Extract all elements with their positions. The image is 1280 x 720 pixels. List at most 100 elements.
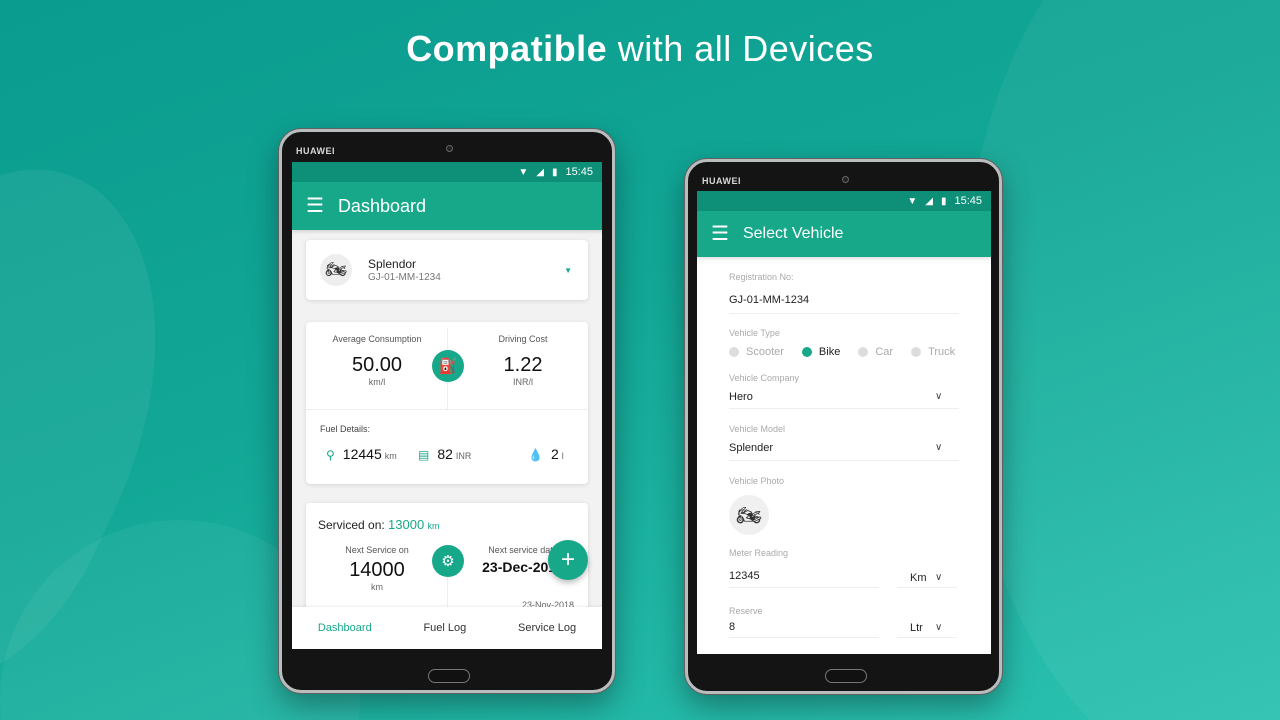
select-vehicle-screen: ▼ ◢ ▮ 15:45 ☰ Select Vehicle Registratio…	[697, 191, 991, 654]
serviced-label: Serviced on:	[318, 518, 385, 532]
dropdown-caret-icon[interactable]: ▼	[564, 266, 572, 275]
wifi-icon: ▼	[907, 195, 918, 207]
radio-truck[interactable]: Truck	[911, 346, 955, 358]
page-title: Select Vehicle	[742, 225, 844, 242]
company-select[interactable]: Hero	[729, 391, 753, 403]
radio-car[interactable]: Car	[858, 346, 893, 358]
fuel-value: 2	[550, 446, 559, 462]
model-label: Vehicle Model	[729, 424, 786, 434]
vehicle-type-radio-group: Scooter Bike Car Truck	[729, 346, 955, 358]
fuel-details-label: Fuel Details:	[320, 424, 371, 434]
fuel-value: 12445	[342, 446, 382, 462]
input-underline	[897, 637, 957, 638]
battery-icon: ▮	[551, 166, 558, 178]
model-select[interactable]: Splender	[729, 442, 773, 454]
drop-icon: 💧	[528, 448, 543, 462]
dashboard-screen: ▼ ◢ ▮ 15:45 ☰ Dashboard 🏍 Splendor GJ-01…	[292, 162, 602, 649]
chevron-down-icon[interactable]: ∨	[935, 572, 942, 583]
registration-input[interactable]: GJ-01-MM-1234	[729, 294, 809, 306]
radio-bike[interactable]: Bike	[801, 346, 841, 358]
fuel-details-row: ⚲ 12445 km ▤ 82 INR 💧 2 l	[326, 446, 574, 462]
metric-unit: km/l	[368, 377, 386, 387]
vehicle-type-label: Vehicle Type	[729, 328, 780, 338]
tab-fuel-log[interactable]: Fuel Log	[423, 622, 466, 634]
app-bar: ☰ Dashboard	[292, 182, 602, 230]
fuel-unit: l	[561, 451, 564, 461]
signal-icon: ◢	[925, 195, 933, 207]
chevron-down-icon[interactable]: ∨	[935, 622, 942, 633]
tab-service-log[interactable]: Service Log	[518, 622, 576, 634]
chevron-down-icon[interactable]: ∨	[935, 391, 942, 402]
route-icon: ⚲	[326, 448, 335, 462]
fuel-quantity: 💧 2 l	[528, 446, 564, 462]
next-service-km: Next Service on 14000 km	[312, 545, 442, 592]
radio-label: Scooter	[746, 346, 784, 358]
radio-scooter[interactable]: Scooter	[729, 346, 784, 358]
battery-icon: ▮	[940, 195, 947, 207]
radio-dot	[911, 347, 922, 357]
vehicle-photo[interactable]: 🏍	[729, 495, 769, 535]
status-bar: ▼ ◢ ▮ 15:45	[697, 191, 991, 211]
metric-unit: km	[371, 582, 383, 592]
metric-value: 1.22	[503, 354, 543, 376]
vehicle-selector[interactable]: 🏍 Splendor GJ-01-MM-1234 ▼	[306, 240, 588, 300]
driving-cost: Driving Cost 1.22 INR/l	[458, 334, 588, 387]
tablet-device-select-vehicle: HUAWEI ▼ ◢ ▮ 15:45 ☰ Select Vehicle Regi…	[685, 159, 1002, 694]
registration-label: Registration No:	[729, 272, 794, 282]
background-shape	[960, 0, 1280, 720]
input-underline	[729, 460, 959, 461]
metric-label: Next Service on	[345, 545, 409, 555]
serviced-on: Serviced on: 13000 km	[318, 517, 440, 532]
metric-value: 14000	[349, 559, 405, 581]
photo-label: Vehicle Photo	[729, 476, 785, 486]
bottom-navigation: Dashboard Fuel Log Service Log	[292, 607, 602, 649]
signal-icon: ◢	[536, 166, 544, 178]
wifi-icon: ▼	[518, 166, 529, 178]
fuel-value: 82	[437, 446, 453, 462]
input-underline	[897, 587, 957, 588]
input-underline	[729, 637, 879, 638]
headline-bold: Compatible	[406, 28, 608, 69]
meter-input[interactable]: 12345	[729, 570, 760, 582]
reserve-input[interactable]: 8	[729, 621, 735, 633]
status-time: 15:45	[565, 166, 593, 178]
camera-icon	[446, 145, 453, 152]
headline-rest: with all Devices	[607, 28, 874, 69]
device-brand: HUAWEI	[702, 176, 741, 186]
radio-dot	[801, 347, 812, 357]
page-headline: Compatible with all Devices	[0, 28, 1280, 70]
reserve-label: Reserve	[729, 606, 763, 616]
page-title: Dashboard	[337, 195, 426, 216]
input-underline	[729, 587, 879, 588]
metric-value: 50.00	[351, 354, 403, 376]
fuel-unit: km	[384, 451, 397, 461]
hamburger-icon[interactable]: ☰	[711, 224, 729, 244]
vehicle-name: Splendor	[368, 257, 417, 271]
serviced-value: 13000	[388, 517, 425, 532]
metric-unit: INR/l	[513, 377, 533, 387]
home-button[interactable]	[825, 669, 867, 683]
motorbike-icon: 🏍	[320, 254, 352, 286]
app-bar: ☰ Select Vehicle	[697, 211, 991, 257]
hamburger-icon[interactable]: ☰	[306, 196, 324, 216]
radio-label: Bike	[818, 346, 841, 358]
fuel-unit: INR	[455, 451, 472, 461]
status-bar: ▼ ◢ ▮ 15:45	[292, 162, 602, 182]
radio-dot	[858, 347, 869, 357]
meter-unit-select[interactable]: Km	[910, 572, 927, 584]
device-brand: HUAWEI	[296, 146, 335, 156]
metric-label: Driving Cost	[498, 334, 548, 344]
serviced-unit: km	[427, 521, 440, 531]
metric-label: Average Consumption	[332, 334, 422, 344]
average-consumption: Average Consumption 50.00 km/l	[312, 334, 442, 387]
radio-dot	[729, 347, 739, 357]
vehicle-registration: GJ-01-MM-1234	[368, 272, 441, 283]
add-button[interactable]: +	[548, 540, 588, 580]
reserve-unit-select[interactable]: Ltr	[910, 622, 923, 634]
input-underline	[729, 313, 959, 314]
status-time: 15:45	[954, 195, 982, 207]
tab-dashboard[interactable]: Dashboard	[318, 622, 372, 634]
company-label: Vehicle Company	[729, 373, 800, 383]
chevron-down-icon[interactable]: ∨	[935, 442, 942, 453]
home-button[interactable]	[428, 669, 470, 683]
